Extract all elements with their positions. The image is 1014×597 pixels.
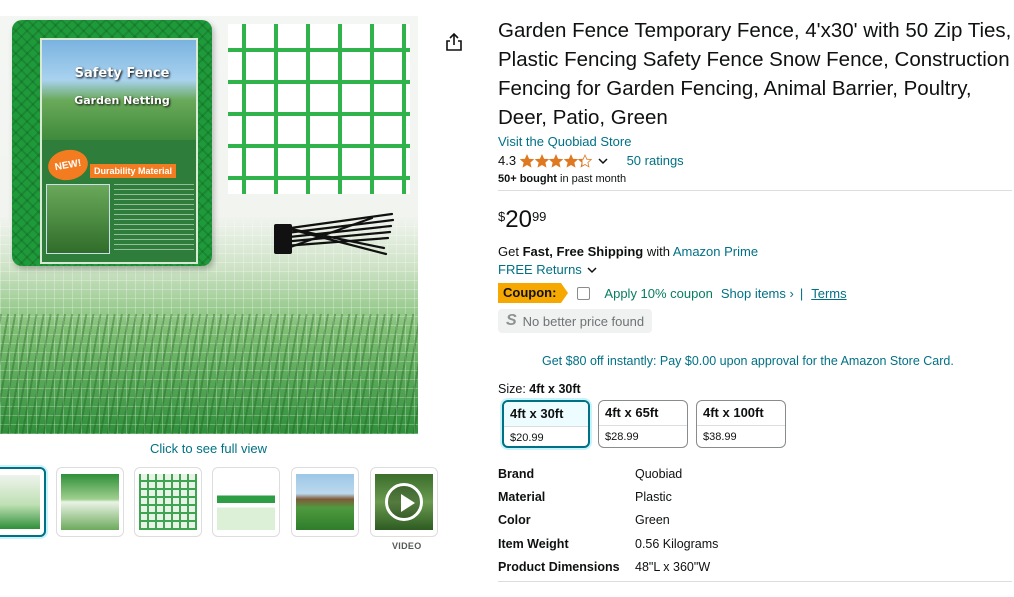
no-better-price-text: No better price found bbox=[522, 313, 645, 329]
price: $ 20 99 bbox=[498, 206, 546, 234]
size-label-prefix: Size: bbox=[498, 382, 526, 396]
free-returns-label: FREE Returns bbox=[498, 262, 582, 277]
price-tracker-icon: S bbox=[506, 312, 517, 329]
spec-row: Product Dimensions 48"L x 360"W bbox=[498, 556, 718, 579]
mesh-closeup-image bbox=[228, 24, 410, 194]
star-rating[interactable] bbox=[520, 153, 593, 168]
shipping-prefix: Get bbox=[498, 244, 523, 259]
size-option-label: 4ft x 30ft bbox=[504, 402, 588, 426]
price-symbol: $ bbox=[498, 209, 506, 224]
spec-row: Brand Quobiad bbox=[498, 462, 718, 485]
no-better-price-badge: S No better price found bbox=[498, 309, 653, 333]
thumbnail-image bbox=[296, 474, 354, 530]
thumbnail-image bbox=[217, 474, 275, 530]
spec-value: Green bbox=[635, 513, 670, 528]
size-label: Size: 4ft x 30ft bbox=[498, 382, 581, 396]
rating-value: 4.3 bbox=[498, 153, 517, 168]
terms-link[interactable]: Terms bbox=[811, 286, 846, 301]
divider bbox=[498, 190, 1012, 191]
thumbnail-size-chart[interactable] bbox=[212, 467, 280, 537]
package-subtitle: Garden Netting bbox=[74, 94, 170, 107]
thumbnail-field-use[interactable] bbox=[291, 467, 359, 537]
prime-link[interactable]: Amazon Prime bbox=[673, 244, 758, 259]
thumbnail-image bbox=[139, 474, 197, 530]
spec-key: Color bbox=[498, 513, 531, 528]
play-icon bbox=[385, 483, 423, 521]
hero-grass bbox=[0, 314, 418, 434]
star-icon bbox=[520, 153, 535, 168]
bought-count: 50+ bought bbox=[498, 173, 557, 185]
size-option-label: 4ft x 65ft bbox=[605, 405, 659, 420]
main-product-image[interactable]: Safety Fence Garden Netting NEW! Durabil… bbox=[0, 16, 418, 434]
price-fraction: 99 bbox=[531, 209, 547, 224]
click-to-see-full-view-link[interactable]: Click to see full view bbox=[150, 441, 267, 456]
star-icon bbox=[563, 153, 578, 168]
thumbnail-main[interactable] bbox=[0, 467, 46, 537]
spec-row: Material Plastic bbox=[498, 485, 718, 508]
shipping-info: Get Fast, Free Shipping with Amazon Prim… bbox=[498, 244, 758, 259]
bought-in-past-month: 50+ bought in past month bbox=[498, 173, 1012, 185]
free-returns-dropdown[interactable]: FREE Returns bbox=[498, 262, 598, 277]
store-card-offer-link[interactable]: Get $80 off instantly: Pay $0.00 upon ap… bbox=[542, 354, 954, 368]
star-icon bbox=[578, 153, 593, 168]
star-icon bbox=[549, 153, 564, 168]
product-package-image: Safety Fence Garden Netting NEW! Durabil… bbox=[12, 20, 212, 266]
share-icon[interactable] bbox=[445, 32, 463, 52]
package-durability-banner: Durability Material bbox=[90, 164, 177, 178]
spec-row: Item Weight 0.56 Kilograms bbox=[498, 532, 718, 555]
chevron-down-icon bbox=[587, 266, 597, 273]
shipping-bold: Fast, Free Shipping bbox=[522, 244, 644, 259]
thumbnail-installation[interactable] bbox=[56, 467, 124, 537]
package-title: Safety Fence bbox=[74, 66, 170, 81]
product-title: Garden Fence Temporary Fence, 4'x30' wit… bbox=[498, 19, 1012, 129]
rating-row: 4.3 50 ratings bbox=[498, 152, 1012, 169]
star-icon bbox=[534, 153, 549, 168]
package-description-text bbox=[114, 184, 194, 254]
spec-value: 48"L x 360"W bbox=[635, 560, 711, 575]
video-label: VIDEO bbox=[392, 541, 422, 551]
spec-key: Brand bbox=[498, 466, 535, 481]
package-new-badge: NEW! bbox=[45, 146, 91, 184]
spec-key: Item Weight bbox=[498, 536, 569, 551]
size-option-price: $28.99 bbox=[599, 425, 687, 447]
divider bbox=[498, 581, 1012, 582]
spec-value: Plastic bbox=[635, 490, 672, 505]
coupon-row: Coupon: Apply 10% coupon Shop items › | … bbox=[498, 283, 847, 303]
spec-row: Color Green bbox=[498, 509, 718, 532]
package-photo bbox=[42, 40, 196, 140]
product-details: Garden Fence Temporary Fence, 4'x30' wit… bbox=[498, 16, 1012, 185]
package-label: Safety Fence Garden Netting NEW! Durabil… bbox=[40, 38, 198, 264]
apply-coupon-label[interactable]: Apply 10% coupon bbox=[604, 286, 712, 301]
thumbnail-fence-closeup[interactable] bbox=[134, 467, 202, 537]
spec-value: 0.56 Kilograms bbox=[635, 536, 719, 551]
zip-ties-image bbox=[274, 212, 395, 256]
product-specs-table: Brand Quobiad Material Plastic Color Green … bbox=[498, 462, 718, 579]
spec-key: Product Dimensions bbox=[498, 560, 620, 575]
coupon-badge: Coupon: bbox=[498, 283, 569, 303]
package-photos bbox=[46, 184, 110, 254]
size-option-4x100[interactable]: 4ft x 100ft $38.99 bbox=[696, 400, 786, 448]
ratings-count-link[interactable]: 50 ratings bbox=[627, 153, 684, 168]
thumbnail-image bbox=[61, 474, 119, 530]
size-option-4x65[interactable]: 4ft x 65ft $28.99 bbox=[598, 400, 688, 448]
price-whole: 20 bbox=[505, 206, 532, 233]
chevron-down-icon[interactable] bbox=[597, 155, 609, 167]
store-link[interactable]: Visit the Quobiad Store bbox=[498, 134, 1012, 149]
shipping-mid: with bbox=[643, 244, 673, 259]
coupon-separator: | bbox=[799, 285, 804, 301]
apply-coupon-checkbox[interactable] bbox=[577, 286, 591, 300]
size-option-4x30[interactable]: 4ft x 30ft $20.99 bbox=[502, 400, 590, 448]
size-option-label: 4ft x 100ft bbox=[703, 405, 764, 420]
thumbnail-video[interactable] bbox=[370, 467, 438, 537]
bought-suffix: in past month bbox=[556, 173, 627, 185]
size-selected-value: 4ft x 30ft bbox=[529, 382, 581, 396]
spec-value: Quobiad bbox=[635, 466, 683, 481]
thumbnail-image bbox=[0, 475, 40, 529]
shop-items-link[interactable]: Shop items › bbox=[721, 286, 794, 301]
spec-key: Material bbox=[498, 490, 546, 505]
size-option-price: $20.99 bbox=[504, 426, 588, 446]
thumbnail-strip bbox=[0, 467, 440, 537]
size-option-price: $38.99 bbox=[697, 425, 785, 447]
